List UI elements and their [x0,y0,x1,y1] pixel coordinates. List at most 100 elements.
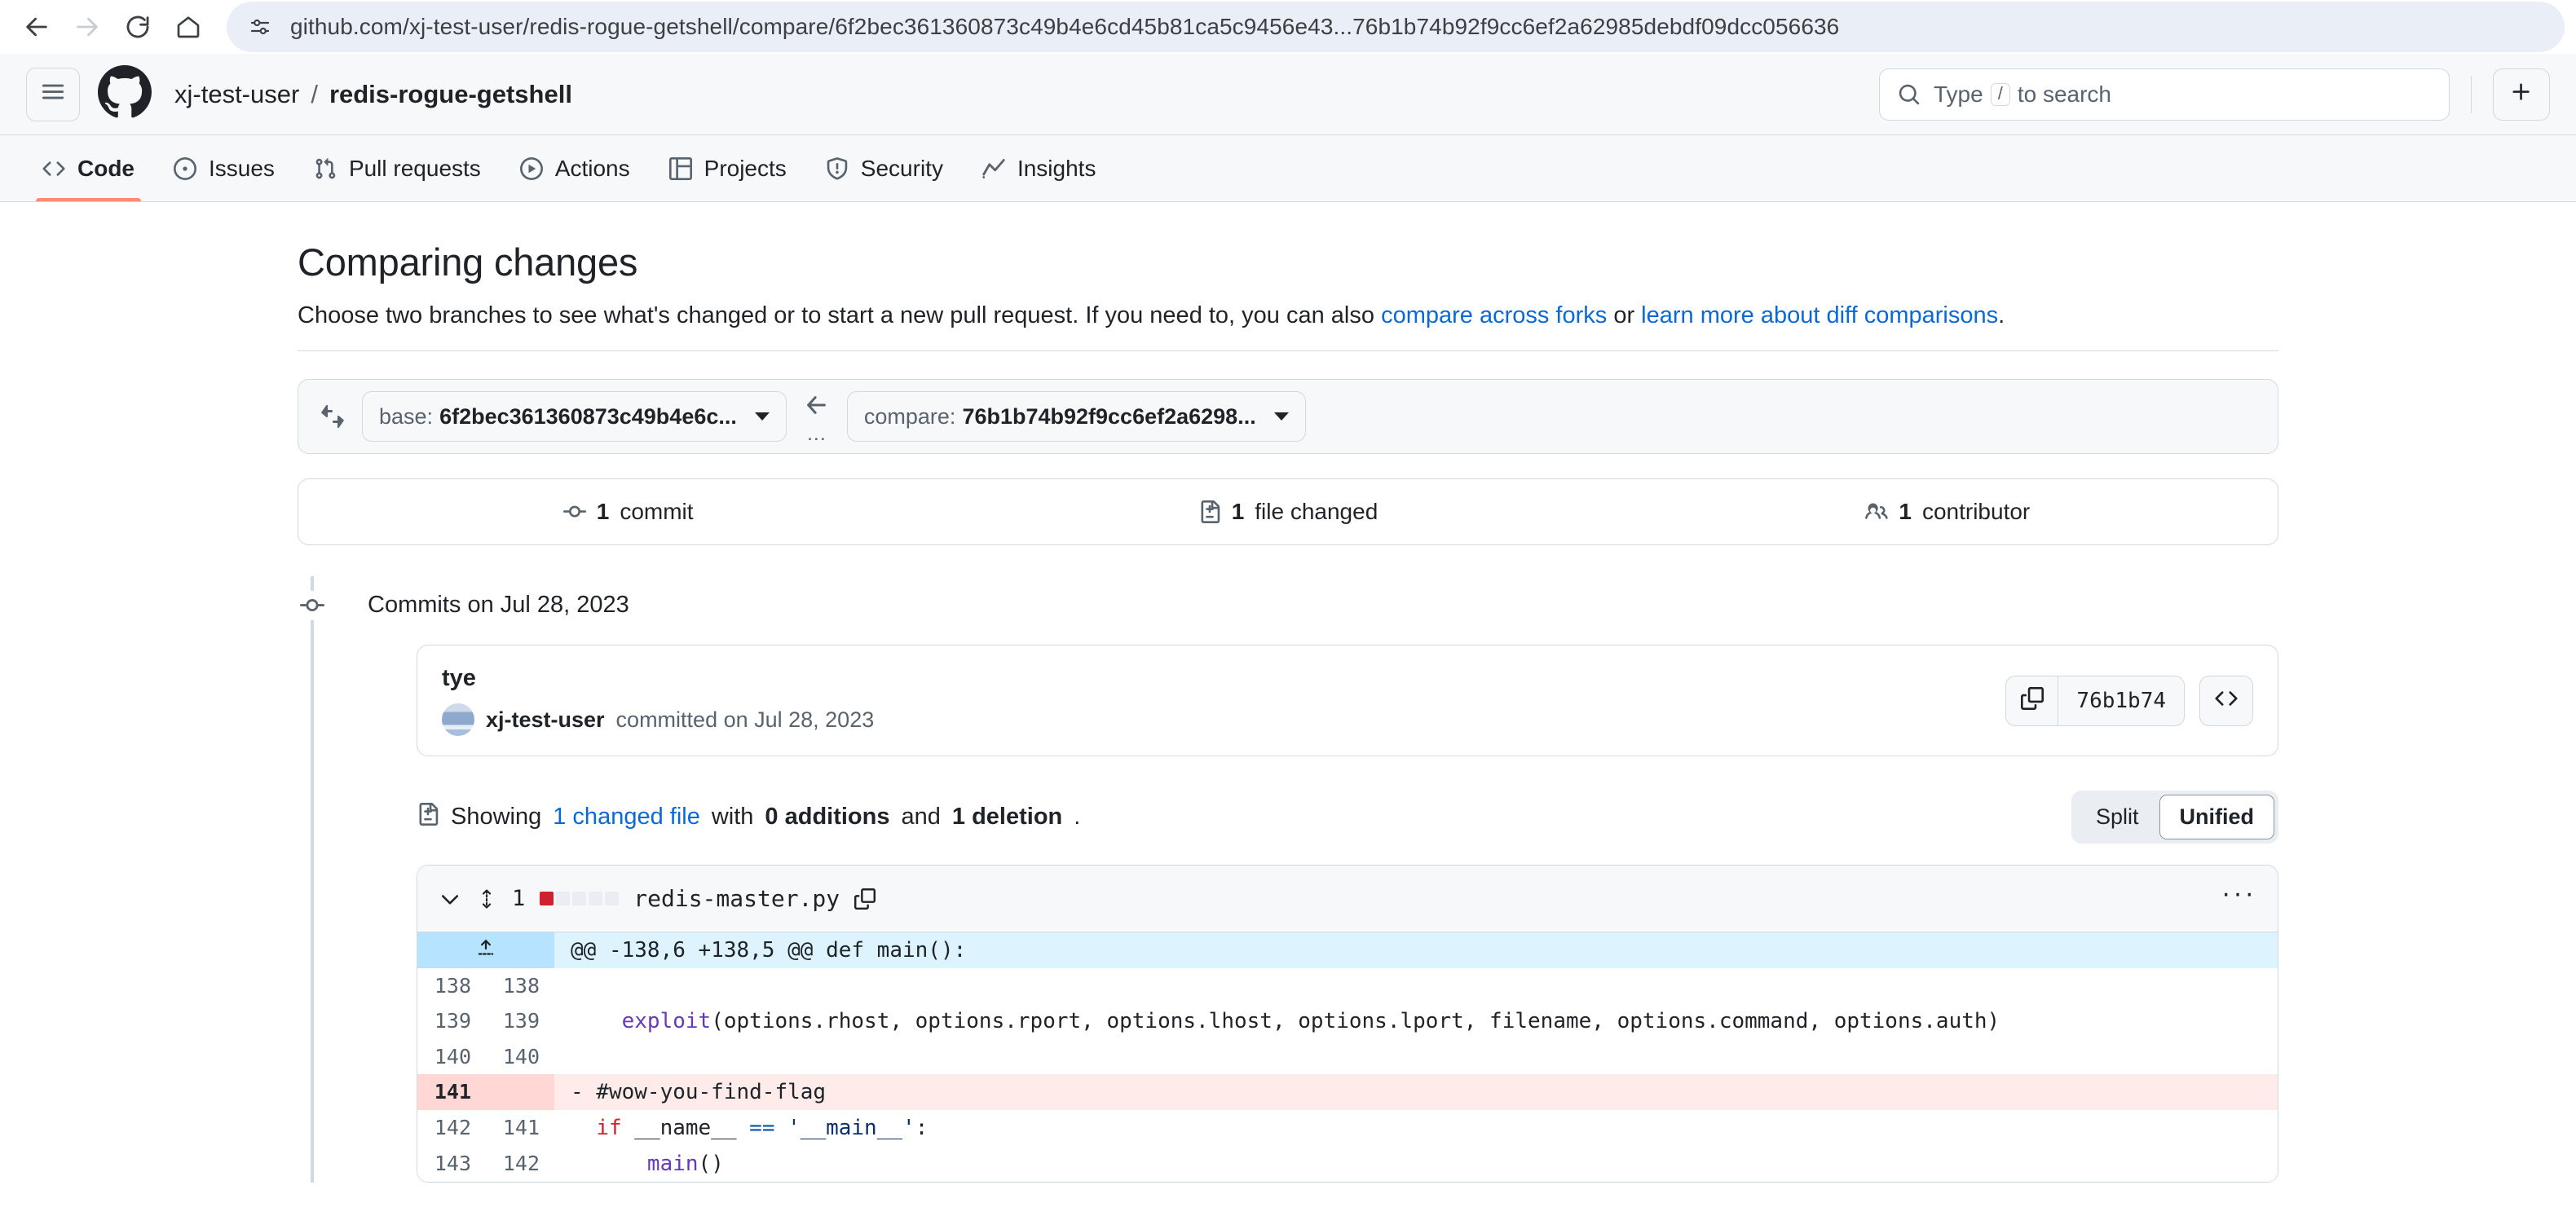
table-row: 141 - #wow-you-find-flag [417,1074,2278,1110]
code-line: if __name__ == '__main__': [596,1116,929,1140]
tab-actions-label: Actions [554,155,630,181]
kebab-horizontal-icon[interactable]: ··· [2221,879,2256,911]
commits-stat[interactable]: 1 commit [298,499,958,525]
code-icon [42,157,65,180]
compare-across-forks-link[interactable]: compare across forks [1381,302,1607,328]
contributors-stat[interactable]: 1 contributor [1618,499,2278,525]
code-line: exploit(options.rhost, options.rport, op… [621,1009,2000,1033]
table-row: 138 138 [417,968,2278,1003]
unfold-up-icon [426,938,546,959]
base-label: base: [379,403,434,429]
commit-message[interactable]: tye [442,665,2005,692]
table-row: 143 142 main() [417,1146,2278,1182]
diffstat-block-neutral [572,892,587,905]
home-icon [175,14,201,40]
tab-issues-label: Issues [209,155,275,181]
commit-card: tye xj-test-user committed on Jul 28, 20… [417,645,2278,756]
new-line-number: 142 [502,1152,540,1175]
old-line-number: 142 [434,1116,471,1139]
contributors-label: contributor [1921,499,2031,524]
breadcrumb-owner[interactable]: xj-test-user [174,80,299,109]
table-row: 142 141 if __name__ == '__main__': [417,1110,2278,1146]
tab-projects-label: Projects [704,155,787,181]
github-logo-icon [98,65,152,123]
tab-projects[interactable]: Projects [650,135,806,201]
breadcrumb-separator: / [311,79,318,108]
split-view-button[interactable]: Split [2075,795,2159,839]
code-line: main() [646,1152,724,1176]
chevron-down-icon [754,412,770,421]
code-line: - #wow-you-find-flag [571,1080,827,1104]
commits-count: 1 [596,499,610,524]
and-label: and [901,804,941,830]
additions-count: 0 additions [765,804,890,830]
files-changed-count: 1 [1231,499,1245,524]
new-line-number: 139 [502,1009,540,1033]
compare-stats-bar: 1 commit 1 file changed 1 contributor [298,478,2278,545]
code-icon [2215,687,2238,714]
github-logo-link[interactable] [98,65,152,123]
tab-code[interactable]: Code [23,135,154,201]
unified-view-button[interactable]: Unified [2159,795,2274,839]
old-line-number: 138 [434,974,471,998]
home-button[interactable] [163,2,214,52]
tab-code-label: Code [77,155,135,181]
forward-arrow-icon [73,13,101,41]
avatar [442,703,474,736]
browse-repository-button[interactable] [2199,675,2253,726]
copy-sha-button[interactable] [2006,676,2059,725]
new-line-number: 141 [502,1116,540,1139]
page-description: Choose two branches to see what's change… [298,302,2278,351]
base-branch-select[interactable]: base: 6f2bec361360873c49b4e6c... [362,391,787,442]
search-icon [1898,83,1921,106]
back-button[interactable] [11,2,62,52]
people-icon [1865,500,1889,523]
compare-label: compare: [863,403,956,429]
commits-date-heading: Commits on Jul 28, 2023 [368,591,629,618]
diffstat-block-neutral [589,892,603,905]
address-bar[interactable]: github.com/xj-test-user/redis-rogue-gets… [227,2,2565,52]
commit-author[interactable]: xj-test-user [486,707,605,733]
tab-issues[interactable]: Issues [154,135,294,201]
diff-summary: Showing 1 changed file with 0 additions … [417,791,2278,844]
old-line-number: 140 [434,1045,471,1068]
chevron-down-icon [1273,412,1289,421]
arrow-switch-icon[interactable] [320,403,346,430]
site-settings-icon[interactable] [248,15,272,39]
header-actions: Type / to search [1879,68,2550,121]
arrow-left-icon [805,393,829,421]
changed-file-link[interactable]: 1 changed file [553,804,700,830]
files-changed-stat[interactable]: 1 file changed [958,499,1617,525]
breadcrumb-repo[interactable]: redis-rogue-getshell [329,80,572,109]
forward-button[interactable] [62,2,112,52]
page-description-or: or [1607,302,1642,328]
file-diff-icon [417,802,439,832]
create-new-button[interactable] [2493,68,2550,121]
chevron-down-icon[interactable] [439,888,461,910]
tab-actions[interactable]: Actions [501,135,650,201]
hamburger-menu-button[interactable] [26,67,80,121]
repository-nav: Code Issues Pull requests Actions Projec… [0,135,2576,202]
table-row: 139 139 exploit(options.rhost, options.r… [417,1003,2278,1039]
github-header: xj-test-user / redis-rogue-getshell Type… [0,54,2576,135]
issue-opened-icon [174,156,196,180]
tab-security[interactable]: Security [806,135,963,201]
reload-button[interactable] [112,2,163,52]
tab-pull-requests[interactable]: Pull requests [294,135,501,201]
diffstat-block-neutral [605,892,620,905]
compare-branch-select[interactable]: compare: 76b1b74b92f9cc6ef2a6298... [846,391,1306,442]
commit-sha[interactable]: 76b1b74 [2058,676,2184,725]
tab-pull-requests-label: Pull requests [348,155,481,181]
file-path[interactable]: redis-master.py [633,885,840,912]
compare-direction: ... [805,393,829,444]
tab-insights[interactable]: Insights [963,135,1116,201]
expand-lines-button[interactable] [417,932,554,968]
learn-more-diff-link[interactable]: learn more about diff comparisons [1641,302,1998,328]
diffstat-block-deletion [540,892,554,905]
drag-handle-icon[interactable] [476,888,497,910]
git-commit-icon [562,500,586,523]
search-input[interactable]: Type / to search [1879,68,2450,121]
hunk-header-row: @@ -138,6 +138,5 @@ def main(): [417,932,2278,968]
git-pull-request-icon [314,157,337,180]
copy-path-icon[interactable] [854,888,876,910]
